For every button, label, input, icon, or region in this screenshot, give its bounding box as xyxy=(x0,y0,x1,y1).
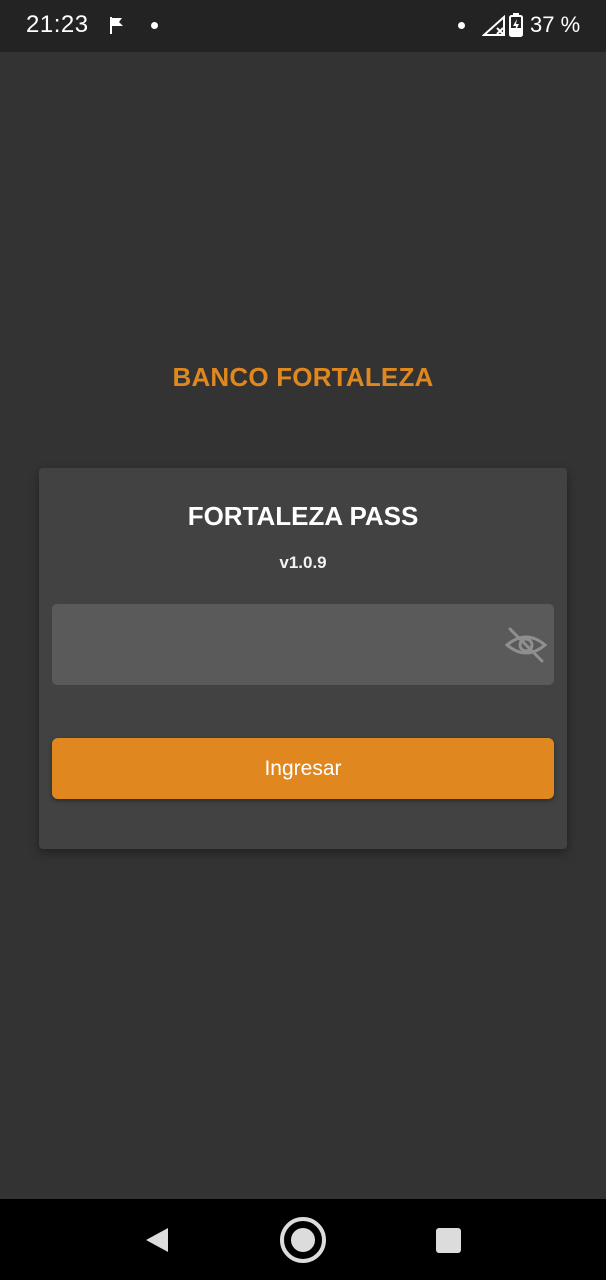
signal-no-service-icon xyxy=(482,15,505,36)
status-bar: 21:23 37 % xyxy=(0,0,606,52)
notification-dot-icon xyxy=(151,22,158,29)
app-version: v1.0.9 xyxy=(279,553,327,572)
battery-charging-icon xyxy=(509,13,523,37)
home-icon[interactable] xyxy=(279,1216,327,1264)
login-button[interactable]: Ingresar xyxy=(52,738,554,799)
flag-icon xyxy=(110,17,123,34)
card-title: FORTALEZA PASS xyxy=(187,501,419,531)
login-card: FORTALEZA PASS v1.0.9 Ingresar xyxy=(39,468,567,849)
bank-title: BANCO FORTALEZA xyxy=(172,362,434,392)
pin-input[interactable] xyxy=(52,604,492,685)
recents-icon[interactable] xyxy=(436,1228,461,1253)
battery-percent: 37 % xyxy=(530,12,581,37)
pin-field xyxy=(52,604,554,685)
notification-dot-icon xyxy=(458,22,465,29)
eye-off-icon[interactable] xyxy=(504,625,548,665)
back-icon[interactable] xyxy=(144,1226,170,1254)
navigation-bar xyxy=(0,1199,606,1280)
status-time: 21:23 xyxy=(26,11,89,38)
